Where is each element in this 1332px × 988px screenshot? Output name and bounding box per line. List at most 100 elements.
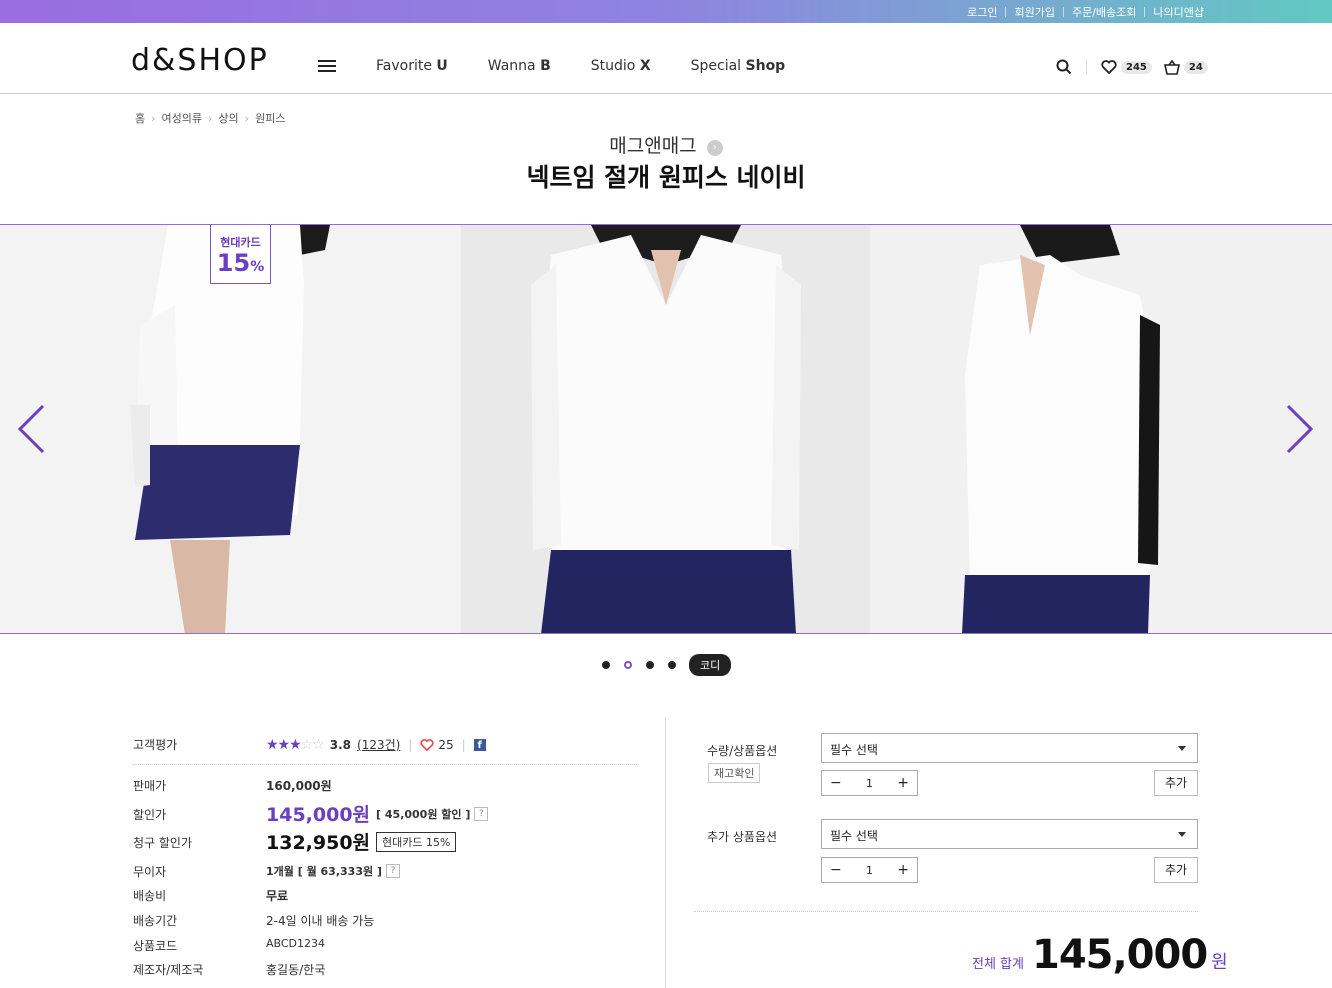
wishlist-button[interactable]: 245 <box>1101 60 1152 74</box>
plus-icon[interactable]: + <box>897 862 909 878</box>
breadcrumb-home[interactable]: 홈 <box>135 110 145 126</box>
product-title: 넥트임 절개 원피스 네이비 <box>526 163 806 192</box>
product-photo-front <box>461 225 870 633</box>
product-photo-side: 현대카드 15% <box>0 225 461 633</box>
card-discount-badge: 현대카드 15% <box>210 225 271 284</box>
divider: | <box>461 737 466 752</box>
top-bar: 로그인 회원가입 주문/배송조회 나의디앤샵 <box>0 0 1332 23</box>
gallery-dot-1[interactable] <box>602 661 610 669</box>
divider <box>665 718 666 988</box>
quantity-stepper-1: − 1 + <box>821 770 918 796</box>
top-links: 로그인 회원가입 주문/배송조회 나의디앤샵 <box>967 4 1204 20</box>
search-icon[interactable] <box>1056 59 1072 75</box>
qty-option-label: 수량/상품옵션 <box>707 744 778 758</box>
discount-label: 할인가 <box>133 808 167 822</box>
heart-icon <box>1101 60 1117 74</box>
installment-label: 무이자 <box>133 865 167 879</box>
gallery-dot-3[interactable] <box>646 661 654 669</box>
claim-label: 청구 할인가 <box>133 836 193 850</box>
quantity-value-1[interactable]: 1 <box>866 777 873 790</box>
badge-card-name: 현대카드 <box>220 236 261 249</box>
badge-percent: 15 <box>216 249 251 277</box>
main-nav: Favorite U Wanna B Studio X Special Shop <box>376 58 825 74</box>
option-select-2[interactable]: 필수 선택 <box>821 819 1198 849</box>
option-select-1-value: 필수 선택 <box>830 743 878 757</box>
help-icon[interactable]: ? <box>385 864 400 878</box>
review-count-link[interactable]: (123건) <box>357 736 400 753</box>
arrow-right-circle-icon: › <box>706 140 723 156</box>
discount-price: 145,000원 <box>266 804 371 826</box>
add-button-2[interactable]: 추가 <box>1154 857 1198 883</box>
cart-count: 24 <box>1183 60 1208 74</box>
minus-icon[interactable]: − <box>830 775 842 791</box>
cart-button[interactable]: 24 <box>1163 59 1208 75</box>
nav-wanna-b[interactable]: Wanna B <box>488 58 551 74</box>
hamburger-icon[interactable] <box>318 60 336 73</box>
maker-value: 홍길동/한국 <box>266 963 326 977</box>
minus-icon[interactable]: − <box>830 862 842 878</box>
codi-button[interactable]: 코디 <box>689 654 732 676</box>
extra-option-label: 추가 상품옵션 <box>707 830 778 844</box>
product-photo-angle <box>870 225 1332 633</box>
add-button-1[interactable]: 추가 <box>1154 770 1198 796</box>
signup-link[interactable]: 회원가입 <box>1014 4 1054 20</box>
discount-row: 할인가 145,000원 [ 45,000원 할인 ] ? <box>133 800 637 826</box>
chevron-right-icon: › <box>208 111 213 125</box>
breadcrumb-dress[interactable]: 원피스 <box>255 110 285 126</box>
shipping-label: 배송비 <box>133 889 167 903</box>
brand-name: 매그앤매그 <box>609 135 697 157</box>
chevron-right-icon: › <box>151 111 156 125</box>
divider <box>1144 7 1146 17</box>
total-unit: 원 <box>1211 952 1228 973</box>
facebook-icon[interactable]: f <box>473 738 486 751</box>
like-count: 25 <box>438 737 454 752</box>
stock-check-button[interactable]: 재고확인 <box>708 763 761 783</box>
breadcrumb-tops[interactable]: 상의 <box>218 110 238 126</box>
gallery-dot-4[interactable] <box>668 661 676 669</box>
divider <box>1062 7 1064 17</box>
help-icon[interactable]: ? <box>474 806 489 821</box>
total-label: 전체 합계 <box>972 957 1024 972</box>
nav-special-shop[interactable]: Special Shop <box>691 58 786 74</box>
discount-note: [ 45,000원 할인 ] <box>376 807 471 821</box>
quantity-value-2[interactable]: 1 <box>866 864 873 877</box>
divider <box>1086 60 1087 74</box>
heart-icon[interactable] <box>420 738 434 751</box>
total-value: 145,000 <box>1031 932 1208 978</box>
wishlist-count: 245 <box>1121 60 1152 74</box>
plus-icon[interactable]: + <box>897 775 909 791</box>
quantity-stepper-2: − 1 + <box>821 857 918 883</box>
gallery-dot-2[interactable] <box>624 661 632 669</box>
shipping-value: 무료 <box>266 889 289 903</box>
period-label: 배송기간 <box>133 914 178 928</box>
prev-slide-arrow-icon[interactable] <box>16 403 46 455</box>
next-slide-arrow-icon[interactable] <box>1285 403 1315 455</box>
claim-price: 132,950원 <box>266 832 371 854</box>
login-link[interactable]: 로그인 <box>967 4 997 20</box>
divider <box>694 911 1198 912</box>
nav-studio-x[interactable]: Studio X <box>591 58 651 74</box>
option-select-2-value: 필수 선택 <box>830 829 878 843</box>
caret-down-icon <box>1178 746 1186 751</box>
option-select-1[interactable]: 필수 선택 <box>821 733 1198 763</box>
divider <box>1005 7 1007 17</box>
breadcrumb-women[interactable]: 여성의류 <box>162 110 202 126</box>
rating-stars: ★★★☆☆ <box>266 736 325 753</box>
badge-percent-unit: % <box>250 259 265 275</box>
gallery-pagination: 코디 <box>602 654 732 676</box>
header-actions: 245 24 <box>1056 59 1208 75</box>
product-gallery: 현대카드 15% <box>0 224 1332 634</box>
order-tracking-link[interactable]: 주문/배송조회 <box>1072 4 1136 20</box>
caret-down-icon <box>1178 832 1186 837</box>
brand-link[interactable]: 매그앤매그 › <box>0 131 1332 158</box>
period-value: 2-4일 이내 배송 가능 <box>266 914 375 928</box>
code-value: ABCD1234 <box>266 937 326 950</box>
code-label: 상품코드 <box>133 939 178 953</box>
my-page-link[interactable]: 나의디앤샵 <box>1153 4 1204 20</box>
installment-value: 1개월 [ 월 63,333원 ] <box>266 865 382 878</box>
total-price: 전체 합계 145,000 원 <box>972 932 1228 978</box>
nav-favorite-u[interactable]: Favorite U <box>376 58 448 74</box>
header: d&SHOP Favorite U Wanna B Studio X Speci… <box>0 23 1332 94</box>
logo[interactable]: d&SHOP <box>131 45 269 77</box>
divider <box>133 764 637 765</box>
